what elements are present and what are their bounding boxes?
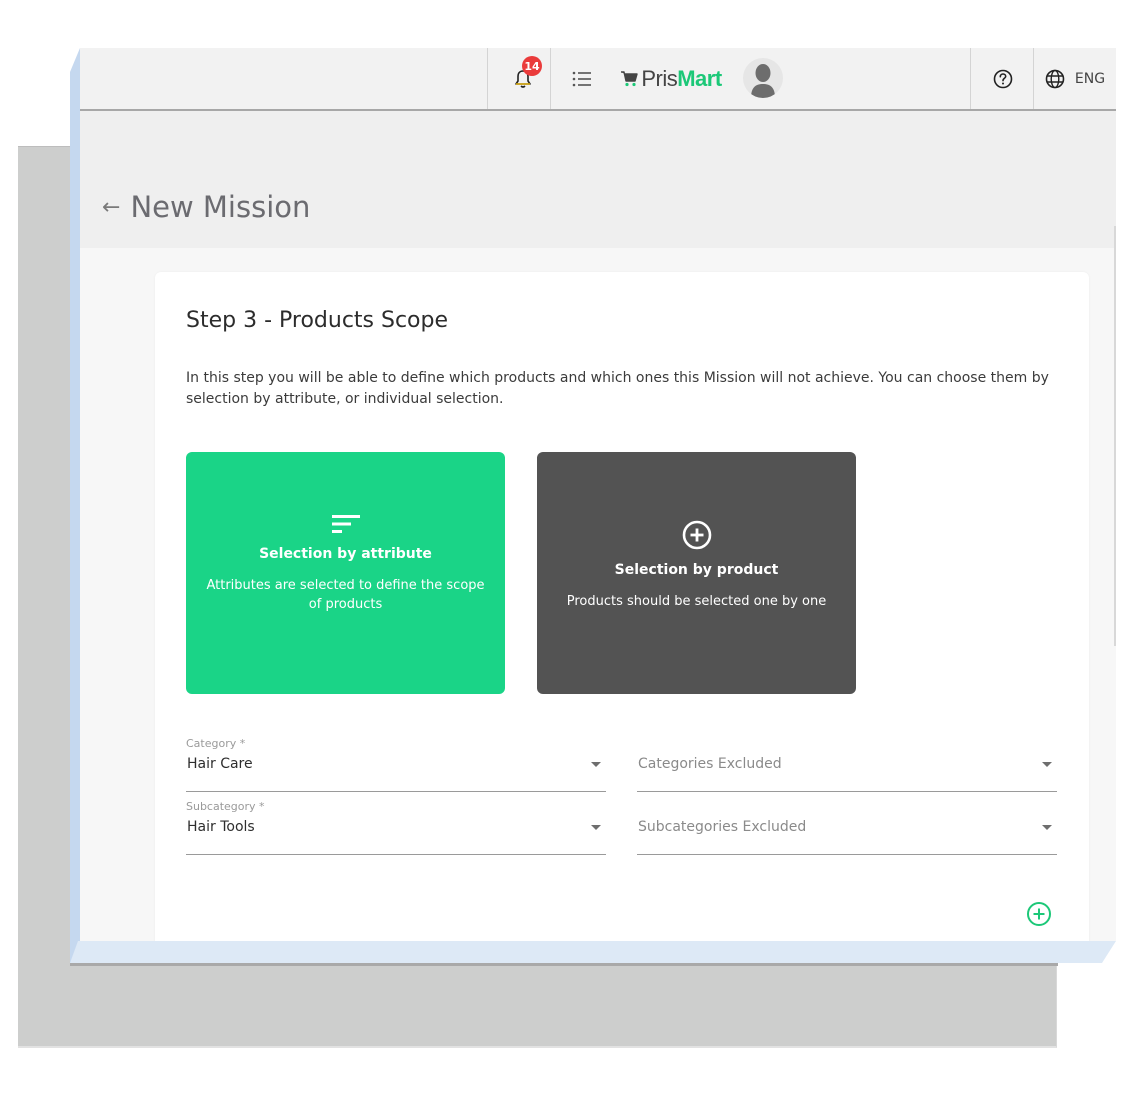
chevron-down-icon	[1042, 762, 1052, 767]
navbar-divider	[487, 48, 488, 109]
option-title: Selection by attribute	[259, 546, 432, 562]
frame-shadow-line	[70, 963, 1058, 966]
step-title: Step 3 - Products Scope	[186, 308, 449, 333]
category-label: Category *	[186, 737, 246, 750]
subcategory-value: Hair Tools	[187, 819, 255, 835]
page-title-bar: ← New Mission	[102, 190, 310, 224]
subcategory-label: Subcategory *	[186, 800, 265, 813]
frame-edge-bottom	[70, 941, 1116, 963]
selection-by-attribute-option[interactable]: Selection by attribute Attributes are se…	[186, 452, 505, 694]
option-description: Attributes are selected to define the sc…	[206, 578, 485, 612]
language-selector[interactable]: ENG	[1034, 48, 1116, 109]
chevron-down-icon	[591, 762, 601, 767]
cart-icon	[621, 70, 639, 86]
background-divider	[18, 146, 72, 147]
subcategories-excluded-placeholder: Subcategories Excluded	[638, 819, 807, 835]
page-title: New Mission	[130, 190, 311, 224]
user-avatar[interactable]	[743, 58, 783, 98]
list-icon	[572, 71, 591, 86]
step-card: Step 3 - Products Scope In this step you…	[155, 272, 1089, 941]
menu-button[interactable]	[564, 48, 600, 109]
option-description: Products should be selected one by one	[566, 594, 827, 609]
category-value: Hair Care	[187, 756, 253, 772]
add-rule-button[interactable]	[1026, 901, 1052, 927]
sort-lines-icon	[331, 515, 360, 533]
brand-name-prefix: Pris	[641, 65, 678, 91]
subcategories-excluded-select[interactable]: Subcategories Excluded	[637, 816, 1057, 855]
navbar-divider	[970, 48, 971, 109]
chevron-down-icon	[591, 825, 601, 830]
brand-name-suffix: Mart	[677, 65, 722, 91]
back-button[interactable]: ←	[102, 195, 120, 220]
help-circle-icon	[993, 69, 1013, 88]
categories-excluded-select[interactable]: Categories Excluded	[637, 753, 1057, 792]
selection-by-product-option[interactable]: Selection by product Products should be …	[537, 452, 856, 694]
categories-excluded-placeholder: Categories Excluded	[638, 756, 782, 772]
option-title: Selection by product	[614, 562, 779, 578]
plus-circle-icon	[1027, 902, 1051, 926]
notifications-button[interactable]: 14	[500, 48, 546, 109]
subcategory-select[interactable]: Subcategory * Hair Tools	[186, 800, 606, 855]
plus-circle-icon	[682, 520, 711, 550]
user-avatar-icon	[751, 64, 775, 98]
brand-logo[interactable]: Pris Mart	[618, 48, 724, 109]
notification-count-badge: 14	[522, 56, 542, 76]
globe-icon	[1045, 69, 1065, 88]
step-description: In this step you will be able to define …	[186, 370, 1049, 407]
page-header	[80, 111, 1116, 248]
navbar-divider	[550, 48, 551, 109]
help-button[interactable]	[973, 48, 1033, 109]
frame-edge-left	[70, 48, 80, 963]
top-navbar: 14 Pris Mart ENG	[80, 48, 1116, 111]
scrollbar[interactable]	[1114, 226, 1116, 646]
chevron-down-icon	[1042, 825, 1052, 830]
language-label: ENG	[1074, 70, 1106, 87]
category-select[interactable]: Category * Hair Care	[186, 737, 606, 792]
app-window: 14 Pris Mart ENG ← New Mission Step 3 - …	[80, 48, 1116, 941]
